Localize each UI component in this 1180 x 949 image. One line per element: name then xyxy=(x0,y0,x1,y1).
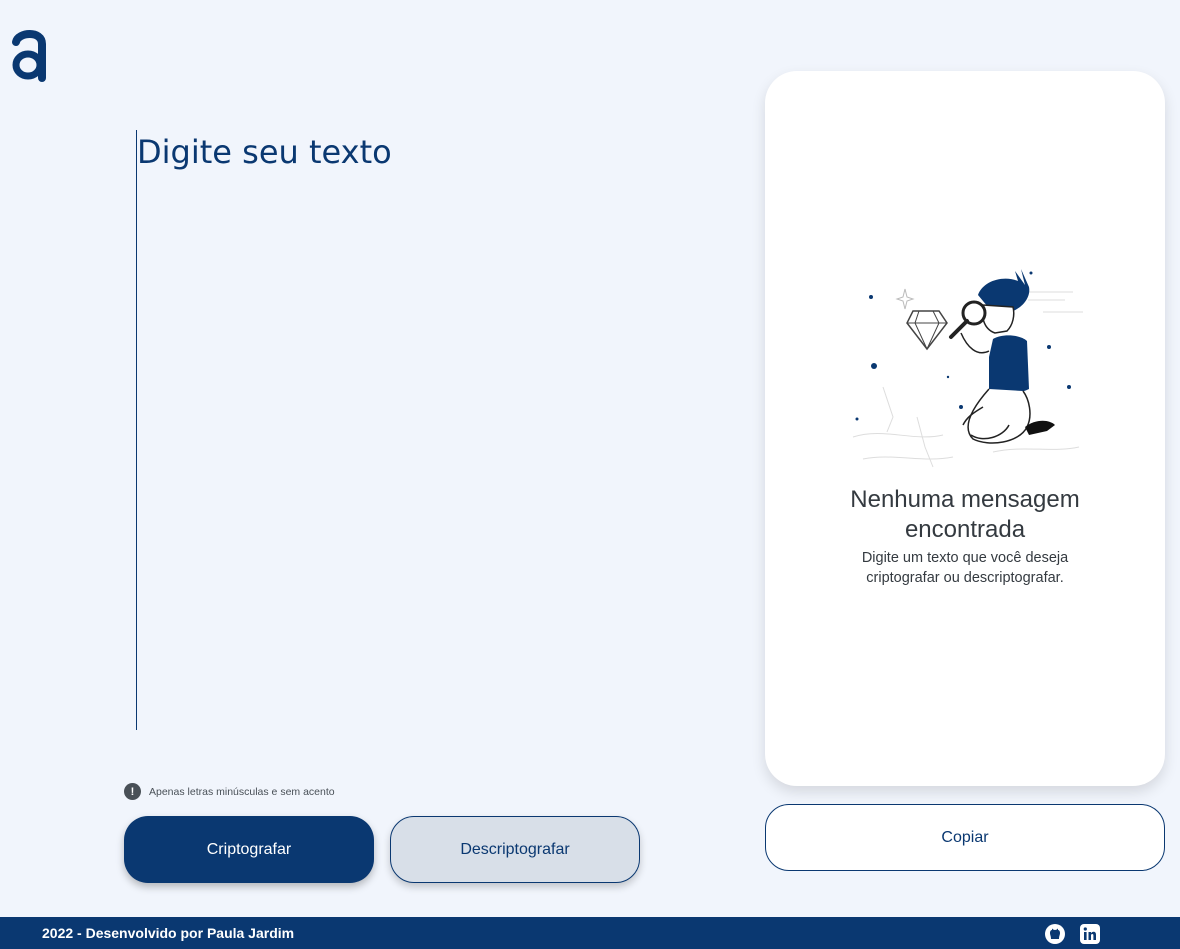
hint: ! Apenas letras minúsculas e sem acento xyxy=(124,783,335,800)
decrypt-button[interactable]: Descriptografar xyxy=(390,816,640,883)
output-card: Nenhuma mensagem encontrada Digite um te… xyxy=(765,71,1165,786)
page: ! Apenas letras minúsculas e sem acento … xyxy=(0,0,1180,949)
copy-button[interactable]: Copiar xyxy=(765,804,1165,871)
empty-message-description: Digite um texto que você deseja criptogr… xyxy=(861,550,1069,586)
footer: 2022 - Desenvolvido por Paula Jardim xyxy=(0,917,1180,949)
alura-logo-icon[interactable] xyxy=(8,24,52,84)
text-input[interactable] xyxy=(136,130,696,730)
hint-text: Apenas letras minúsculas e sem acento xyxy=(149,785,335,798)
linkedin-icon[interactable] xyxy=(1080,924,1100,944)
footer-text: 2022 - Desenvolvido por Paula Jardim xyxy=(42,925,295,941)
exclamation-icon: ! xyxy=(124,783,141,800)
github-icon[interactable] xyxy=(1045,924,1065,944)
boy-with-magnifying-glass-illustration xyxy=(852,269,1083,468)
encrypt-button[interactable]: Criptografar xyxy=(124,816,374,883)
empty-message-title: Nenhuma mensagem encontrada xyxy=(850,486,1080,543)
